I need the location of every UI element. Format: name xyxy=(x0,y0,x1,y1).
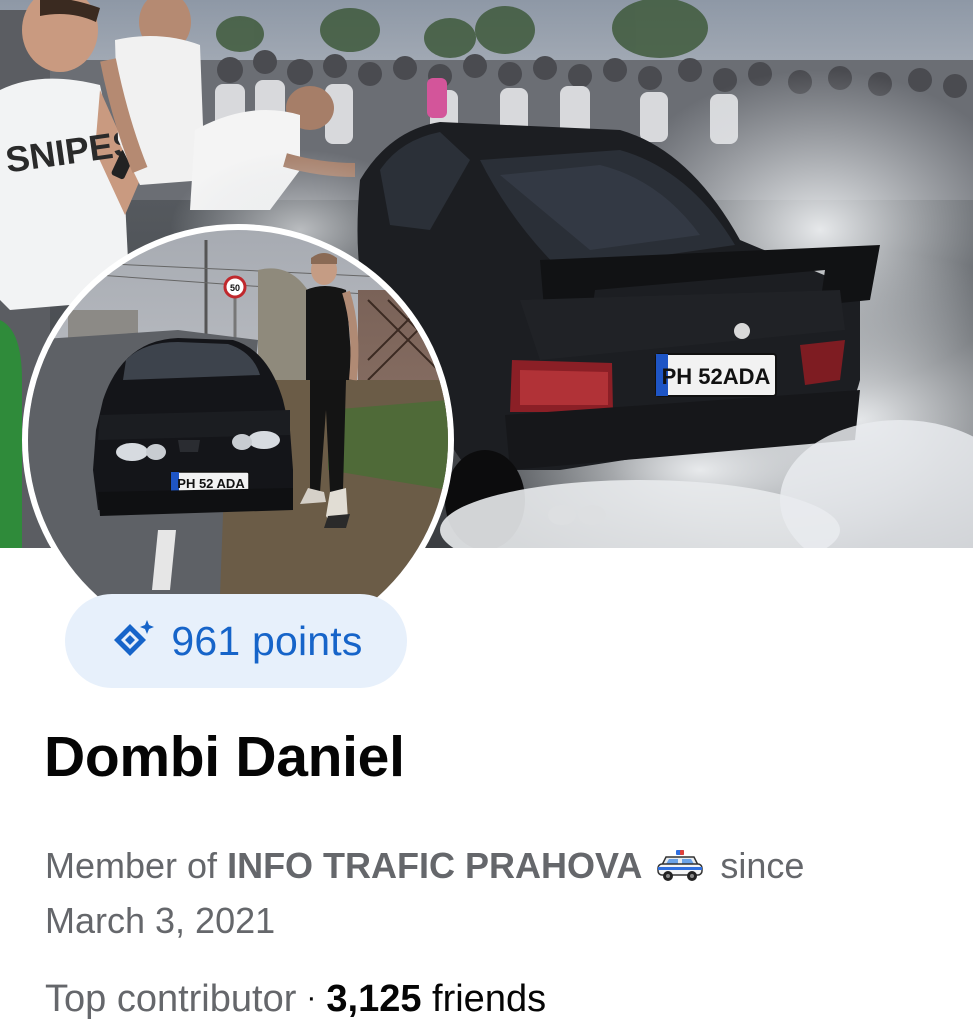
separator-dot: · xyxy=(306,981,317,1014)
police-car-icon xyxy=(657,850,704,881)
membership-info: Member of INFO TRAFIC PRAHOVA since Marc… xyxy=(45,838,925,948)
front-license-plate-text: PH 52 ADA xyxy=(177,476,245,491)
top-contributor-badge[interactable]: Top contributor xyxy=(45,978,296,1020)
friends-label[interactable]: friends xyxy=(421,978,546,1020)
points-label: 961 points xyxy=(171,617,363,664)
points-badge[interactable]: 961 points xyxy=(65,594,407,688)
group-name-link[interactable]: INFO TRAFIC PRAHOVA xyxy=(227,845,642,886)
profile-name[interactable]: Dombi Daniel xyxy=(44,724,405,790)
sparkle-diamond-icon xyxy=(114,620,155,656)
contributor-friends-line: Top contributor · 3,125 friends xyxy=(45,978,546,1021)
member-since-date: March 3, 2021 xyxy=(45,900,276,941)
rear-license-plate-text: PH 52ADA xyxy=(662,364,771,389)
profile-picture[interactable]: 50 PH 52 ADA xyxy=(28,230,448,650)
speed-limit-sign-text: 50 xyxy=(230,283,240,293)
member-since-word: since xyxy=(710,845,805,886)
friends-count[interactable]: 3,125 xyxy=(326,978,421,1020)
member-prefix: Member of xyxy=(45,845,228,886)
profile-picture-frame[interactable]: 50 PH 52 ADA xyxy=(22,224,454,656)
